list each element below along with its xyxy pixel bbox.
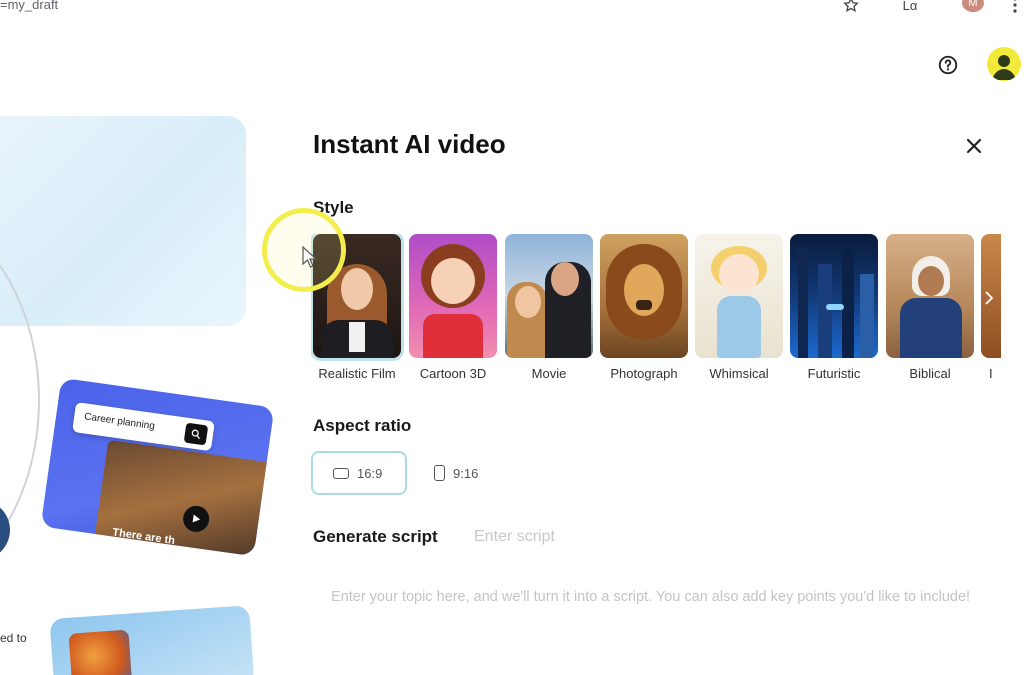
style-section-label: Style	[313, 198, 354, 217]
style-option-label: I	[989, 366, 993, 381]
style-thumbnail	[695, 234, 783, 358]
background-hero-panel	[0, 116, 246, 326]
style-option-photograph[interactable]: Photograph	[600, 234, 688, 381]
style-option-whimsical[interactable]: Whimsical	[695, 234, 783, 381]
aspect-ratio-9-16-option[interactable]: 9:16	[430, 451, 510, 495]
background-side-text: ed to	[0, 631, 27, 645]
style-thumbnail	[886, 234, 974, 358]
style-option-label: Cartoon 3D	[419, 366, 487, 381]
style-option-futuristic[interactable]: Futuristic	[790, 234, 878, 381]
style-thumbnail	[790, 234, 878, 358]
style-option-label: Biblical	[909, 366, 951, 381]
chevron-right-icon[interactable]	[980, 287, 998, 309]
style-option-label: Futuristic	[807, 366, 861, 381]
style-thumbnail	[409, 234, 497, 358]
enter-script-tab[interactable]: Enter script	[474, 528, 555, 546]
style-option-realistic-film[interactable]: Realistic Film	[311, 234, 404, 381]
landscape-icon	[333, 467, 349, 479]
bookmark-star-icon[interactable]	[842, 0, 860, 14]
promo-search-text: Career planning	[83, 411, 156, 433]
browser-profile-avatar[interactable]: M	[962, 0, 984, 12]
aspect-ratio-16-9-option[interactable]: 16:9	[311, 451, 407, 495]
app-root: =my_draft Lα M Career planning There are…	[0, 0, 1024, 675]
dialog-title: Instant AI video	[313, 129, 506, 159]
style-option-movie[interactable]: Movie	[505, 234, 593, 381]
user-avatar-icon[interactable]	[987, 47, 1021, 81]
promo-photo	[92, 439, 275, 557]
question-circle-icon[interactable]	[937, 54, 959, 76]
style-option-label: Whimsical	[709, 366, 769, 381]
style-option-label: Realistic Film	[318, 366, 396, 381]
aspect-ratio-option-label: 16:9	[357, 465, 383, 481]
aspect-ratio-label: Aspect ratio	[313, 416, 412, 435]
script-topic-input[interactable]	[331, 584, 991, 664]
translate-icon[interactable]: Lα	[898, 0, 922, 14]
style-option-label: Movie	[531, 366, 567, 381]
aspect-ratio-option-label: 9:16	[453, 465, 479, 481]
generate-script-label[interactable]: Generate script	[313, 527, 438, 547]
browser-toolbar: =my_draft Lα M	[0, 0, 1024, 18]
style-carousel: Realistic Film Cartoon 3D Movie Photogra…	[311, 234, 1001, 384]
promo-card: Career planning There are th	[40, 377, 275, 557]
background-card	[49, 605, 255, 675]
browser-menu-icon[interactable]	[1010, 0, 1020, 14]
style-option-biblical[interactable]: Biblical	[886, 234, 974, 381]
search-icon	[183, 422, 209, 446]
portrait-icon	[434, 465, 445, 481]
style-thumbnail	[311, 234, 404, 361]
style-thumbnail	[505, 234, 593, 358]
style-thumbnail	[600, 234, 688, 358]
address-bar-text[interactable]: =my_draft	[0, 0, 58, 12]
style-option-cartoon-3d[interactable]: Cartoon 3D	[409, 234, 497, 381]
style-option-label: Photograph	[610, 366, 678, 381]
background-card-image	[68, 629, 133, 675]
close-icon[interactable]	[962, 134, 986, 158]
